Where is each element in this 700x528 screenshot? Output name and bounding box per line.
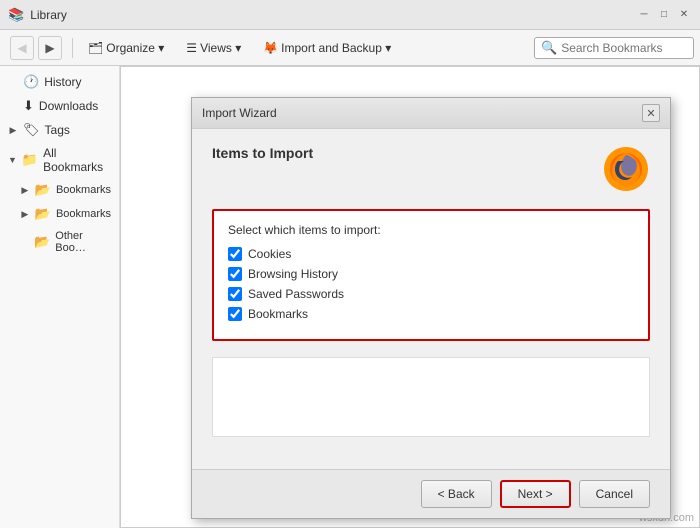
checkbox-saved-passwords: Saved Passwords	[228, 287, 634, 301]
all-bookmarks-icon: 📁	[22, 152, 38, 168]
empty-content-area	[212, 357, 650, 437]
import-wizard-dialog: Import Wizard ✕ Items to Import	[191, 97, 671, 519]
tags-icon: 🏷	[23, 122, 40, 138]
import-icon: 🦊	[263, 41, 278, 55]
downloads-icon: ⬇	[23, 98, 34, 114]
modal-titlebar: Import Wizard ✕	[192, 98, 670, 129]
expander-bookmarks-toolbar: ▶	[20, 209, 30, 220]
sidebar-item-history[interactable]: 🕐 History	[0, 70, 119, 94]
sidebar-label-bookmarks-menu: Bookmarks	[56, 184, 111, 196]
modal-heading: Items to Import	[212, 145, 313, 161]
back-button[interactable]: ◀	[10, 36, 34, 60]
saved-passwords-checkbox[interactable]	[228, 287, 242, 301]
checkbox-bookmarks: Bookmarks	[228, 307, 634, 321]
expander-all-bookmarks: ▼	[8, 155, 17, 165]
modal-footer: < Back Next > Cancel	[192, 469, 670, 518]
expander-tags: ▶	[8, 125, 18, 136]
search-box[interactable]: 🔍	[534, 37, 694, 59]
selection-box: Select which items to import: Cookies Br…	[212, 209, 650, 341]
selection-label: Select which items to import:	[228, 223, 634, 237]
modal-title: Import Wizard	[202, 106, 277, 120]
app-icon: 📚	[8, 7, 24, 23]
sidebar-label-history: History	[44, 75, 81, 89]
modal-close-button[interactable]: ✕	[642, 104, 660, 122]
search-icon: 🔍	[541, 40, 557, 56]
history-icon: 🕐	[23, 74, 39, 90]
checkbox-browsing-history: Browsing History	[228, 267, 634, 281]
cookies-checkbox[interactable]	[228, 247, 242, 261]
back-dialog-button[interactable]: < Back	[421, 480, 492, 508]
bookmarks-checkbox[interactable]	[228, 307, 242, 321]
sidebar-item-bookmarks-menu[interactable]: ▶ 📂 Bookmarks	[0, 178, 119, 202]
close-window-button[interactable]: ✕	[676, 7, 692, 23]
expander-bookmarks-menu: ▶	[20, 185, 30, 196]
other-bookmarks-icon: 📂	[34, 234, 50, 250]
window-controls: ─ □ ✕	[636, 7, 692, 23]
next-dialog-button[interactable]: Next >	[500, 480, 571, 508]
organize-button[interactable]: 🗂 Organize ▾	[79, 37, 173, 59]
checkbox-cookies: Cookies	[228, 247, 634, 261]
sidebar-label-all-bookmarks: All Bookmarks	[43, 146, 111, 174]
sidebar-label-tags: Tags	[45, 123, 70, 137]
import-backup-button[interactable]: 🦊 Import and Backup ▾	[254, 37, 400, 59]
nav-controls: ◀ ▶	[6, 36, 66, 60]
browsing-history-label[interactable]: Browsing History	[248, 267, 338, 281]
sidebar-item-tags[interactable]: ▶ 🏷 Tags	[0, 118, 119, 142]
modal-header: Items to Import	[212, 145, 650, 193]
title-bar: 📚 Library ─ □ ✕	[0, 0, 700, 30]
sidebar-label-downloads: Downloads	[39, 99, 98, 113]
window-title: Library	[30, 8, 67, 22]
organize-icon: 🗂	[88, 41, 103, 55]
views-icon: ☰	[186, 41, 197, 55]
views-label: Views ▾	[200, 41, 241, 55]
views-button[interactable]: ☰ Views ▾	[177, 37, 250, 59]
sidebar-label-other-bookmarks: Other Boo…	[55, 230, 111, 254]
sidebar: 🕐 History ⬇ Downloads ▶ 🏷 Tags ▼ 📁 All B…	[0, 66, 120, 528]
cancel-dialog-button[interactable]: Cancel	[579, 480, 650, 508]
sidebar-item-other-bookmarks[interactable]: 📂 Other Boo…	[0, 226, 119, 258]
sidebar-label-bookmarks-toolbar: Bookmarks	[56, 208, 111, 220]
bookmarks-menu-icon: 📂	[35, 182, 51, 198]
browsing-history-checkbox[interactable]	[228, 267, 242, 281]
cookies-label[interactable]: Cookies	[248, 247, 291, 261]
bookmarks-label[interactable]: Bookmarks	[248, 307, 308, 321]
forward-button[interactable]: ▶	[38, 36, 62, 60]
sidebar-item-bookmarks-toolbar[interactable]: ▶ 📂 Bookmarks	[0, 202, 119, 226]
main-area: 🕐 History ⬇ Downloads ▶ 🏷 Tags ▼ 📁 All B…	[0, 66, 700, 528]
separator-1	[72, 38, 73, 58]
content-area: Import Wizard ✕ Items to Import	[120, 66, 700, 528]
sidebar-item-all-bookmarks[interactable]: ▼ 📁 All Bookmarks	[0, 142, 119, 178]
minimize-button[interactable]: ─	[636, 7, 652, 23]
search-input[interactable]	[561, 41, 691, 55]
firefox-logo	[602, 145, 650, 193]
saved-passwords-label[interactable]: Saved Passwords	[248, 287, 344, 301]
organize-label: Organize ▾	[106, 41, 164, 55]
modal-overlay: Import Wizard ✕ Items to Import	[121, 67, 699, 527]
bookmarks-toolbar-icon: 📂	[35, 206, 51, 222]
toolbar: ◀ ▶ 🗂 Organize ▾ ☰ Views ▾ 🦊 Import and …	[0, 30, 700, 66]
maximize-button[interactable]: □	[656, 7, 672, 23]
modal-body: Items to Import Select which items to im	[192, 129, 670, 469]
import-backup-label: Import and Backup ▾	[281, 41, 391, 55]
sidebar-item-downloads[interactable]: ⬇ Downloads	[0, 94, 119, 118]
